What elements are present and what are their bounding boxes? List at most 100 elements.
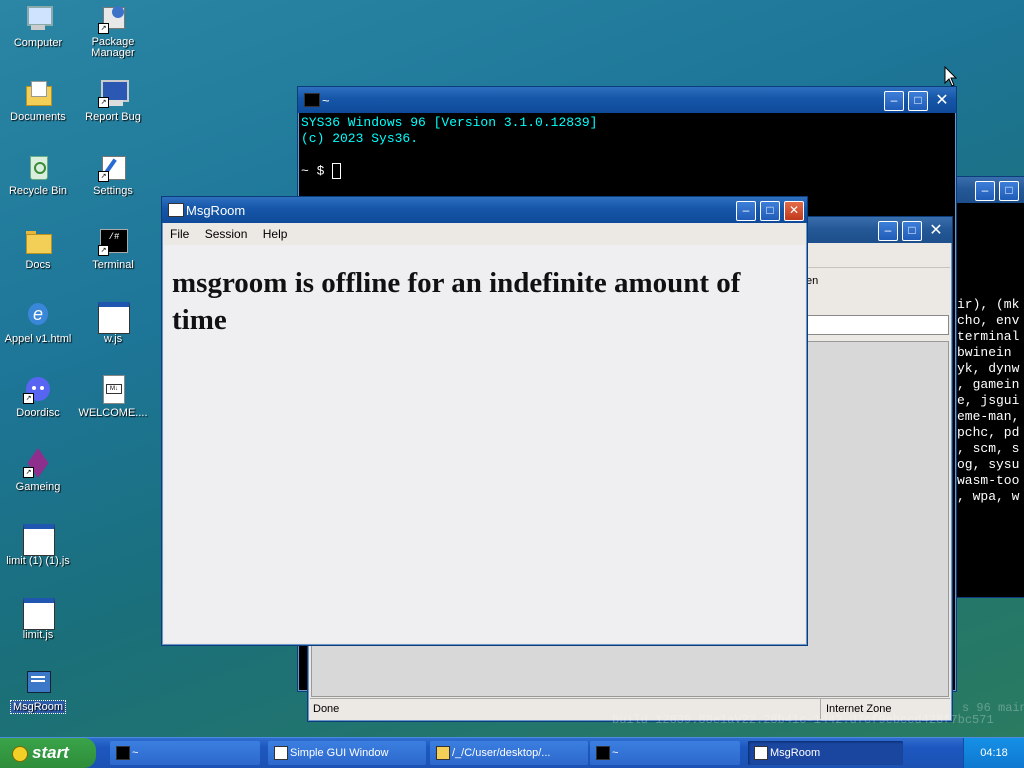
window-file-icon (98, 300, 130, 334)
folder-icon (23, 226, 53, 256)
report-bug-icon: ↗ (98, 78, 129, 108)
window-title: MsgRoom (186, 203, 246, 218)
close-button[interactable]: ✕ (932, 91, 952, 111)
icon-label: Doordisc (16, 407, 60, 419)
icon-label: WELCOME.... (78, 407, 148, 419)
menu-file[interactable]: File (164, 224, 195, 244)
msgroom-window[interactable]: MsgRoom – □ ✕ File Session Help msgroom … (161, 196, 808, 646)
taskbar-item-terminal[interactable]: ~ (110, 741, 260, 765)
discord-icon: ↗ (23, 374, 53, 404)
desktop-icon-appel[interactable]: e Appel v1.html (0, 300, 76, 345)
close-button[interactable]: ✕ (784, 201, 804, 221)
terminal-prompt-line[interactable]: ~ $ (301, 163, 953, 179)
markdown-file-icon: M↓ (98, 374, 128, 404)
terminal-icon (596, 746, 610, 760)
desktop-icon-terminal[interactable]: /# ↗ Terminal (75, 226, 151, 271)
desktop-icon-docs[interactable]: Docs (0, 226, 76, 271)
icon-label: w.js (103, 333, 123, 345)
desktop[interactable]: Computer ↗ Package Manager Documents ↗ R… (0, 0, 1024, 738)
menu-bar: File Session Help (164, 224, 805, 244)
minimize-button[interactable]: – (736, 201, 756, 221)
title-bar[interactable]: – □ (949, 177, 1024, 203)
maximize-button[interactable]: □ (999, 181, 1019, 201)
icon-label: Computer (13, 37, 63, 49)
minimize-button[interactable]: – (975, 181, 995, 201)
terminal-line: (c) 2023 Sys36. (301, 131, 419, 146)
icon-label: limit (1) (1).js (6, 555, 70, 567)
terminal-icon: /# ↗ (98, 226, 128, 256)
close-button[interactable]: ✕ (926, 221, 946, 241)
icon-label: Package Manager (91, 37, 135, 59)
explorer-icon (436, 746, 450, 760)
address-bar[interactable] (804, 315, 949, 335)
msgroom-icon (23, 668, 53, 698)
maximize-button[interactable]: □ (902, 221, 922, 241)
desktop-icon-msgroom[interactable]: MsgRoom (0, 668, 76, 716)
taskbar-item-simple-gui-window[interactable]: Simple GUI Window (268, 741, 426, 765)
icon-label: Terminal (92, 259, 134, 271)
build-watermark: s 96 main build 12839.88e1aV22.28b41c-14… (612, 702, 1024, 726)
icon-label: Documents (10, 111, 66, 123)
title-bar[interactable]: MsgRoom – □ ✕ (162, 197, 807, 223)
desktop-icon-limit-1-1-js[interactable]: limit (1) (1).js (0, 522, 76, 567)
desktop-icon-report-bug[interactable]: ↗ Report Bug (75, 78, 151, 123)
icon-label: Appel v1.html (4, 333, 72, 345)
terminal-icon (116, 746, 130, 760)
mouse-cursor-icon (944, 66, 958, 87)
smiley-icon (12, 746, 28, 762)
status-text: Done (313, 703, 340, 715)
desktop-icon-computer[interactable]: Computer (0, 4, 76, 49)
offline-message: msgroom is offline for an indefinite amo… (172, 267, 741, 336)
terminal-line: SYS36 Windows 96 [Version 3.1.0.12839] (301, 115, 598, 130)
window-file-icon (23, 522, 55, 556)
system-tray: 04:18 (963, 738, 1024, 768)
background-terminal-window[interactable]: – □ ir), (mk cho, env terminal bwinein yk, d… (948, 176, 1024, 598)
desktop-icon-package-manager[interactable]: ↗ Package Manager (75, 4, 151, 59)
game-cube-icon: ↗ (23, 448, 53, 478)
taskbar-item-terminal-2[interactable]: ~ (590, 741, 740, 765)
recycle-bin-icon (23, 152, 53, 182)
title-bar[interactable]: ~ – □ ✕ (298, 87, 956, 113)
prompt: ~ $ (301, 163, 325, 179)
menu-help[interactable]: Help (257, 224, 294, 244)
documents-folder-icon (23, 78, 53, 108)
terminal-output: ir), (mk cho, env terminal bwinein yk, dynw,… (957, 297, 1024, 597)
icon-label: Settings (93, 185, 133, 197)
terminal-icon (304, 93, 320, 107)
icon-label: Docs (25, 259, 51, 271)
clock[interactable]: 04:18 (980, 747, 1008, 759)
window-file-icon (23, 596, 55, 630)
icon-label: limit.js (22, 629, 54, 641)
taskbar-item-msgroom[interactable]: MsgRoom (748, 741, 903, 765)
minimize-button[interactable]: – (878, 221, 898, 241)
taskbar-item-file-explorer[interactable]: /_/C/user/desktop/... (430, 741, 588, 765)
desktop-icon-welcome[interactable]: M↓ WELCOME.... (75, 374, 151, 419)
watermark-line: build 12839.88e1aV22.28b41c-1442.d7cf9eb… (612, 713, 994, 727)
desktop-icon-settings[interactable]: ↗ Settings (75, 152, 151, 197)
menu-session[interactable]: Session (199, 224, 254, 244)
maximize-button[interactable]: □ (908, 91, 928, 111)
cursor (332, 163, 342, 179)
minimize-button[interactable]: – (884, 91, 904, 111)
window-icon (274, 746, 288, 760)
package-manager-icon: ↗ (98, 4, 128, 34)
desktop-icon-doordisc[interactable]: ↗ Doordisc (0, 374, 76, 419)
maximize-button[interactable]: □ (760, 201, 780, 221)
desktop-icon-recycle-bin[interactable]: Recycle Bin (0, 152, 76, 197)
msgroom-icon (754, 746, 768, 760)
icon-label: Report Bug (85, 111, 141, 123)
browser-icon: e (23, 300, 53, 330)
desktop-icon-limit-js[interactable]: limit.js (0, 596, 76, 641)
taskbar: start ~ Simple GUI Window /_/C/user/desk… (0, 737, 1024, 768)
window-title: ~ (322, 93, 330, 108)
icon-label: MsgRoom (9, 700, 67, 714)
msgroom-app-icon (168, 203, 184, 217)
desktop-icon-gameing[interactable]: ↗ Gameing (0, 448, 76, 493)
icon-label: Recycle Bin (8, 185, 68, 197)
start-button[interactable]: start (0, 738, 96, 768)
settings-icon: ↗ (98, 152, 128, 182)
desktop-icon-documents[interactable]: Documents (0, 78, 76, 123)
computer-icon (23, 4, 53, 34)
desktop-icon-w-js[interactable]: w.js (75, 300, 151, 345)
msgroom-content: msgroom is offline for an indefinite amo… (164, 245, 805, 643)
